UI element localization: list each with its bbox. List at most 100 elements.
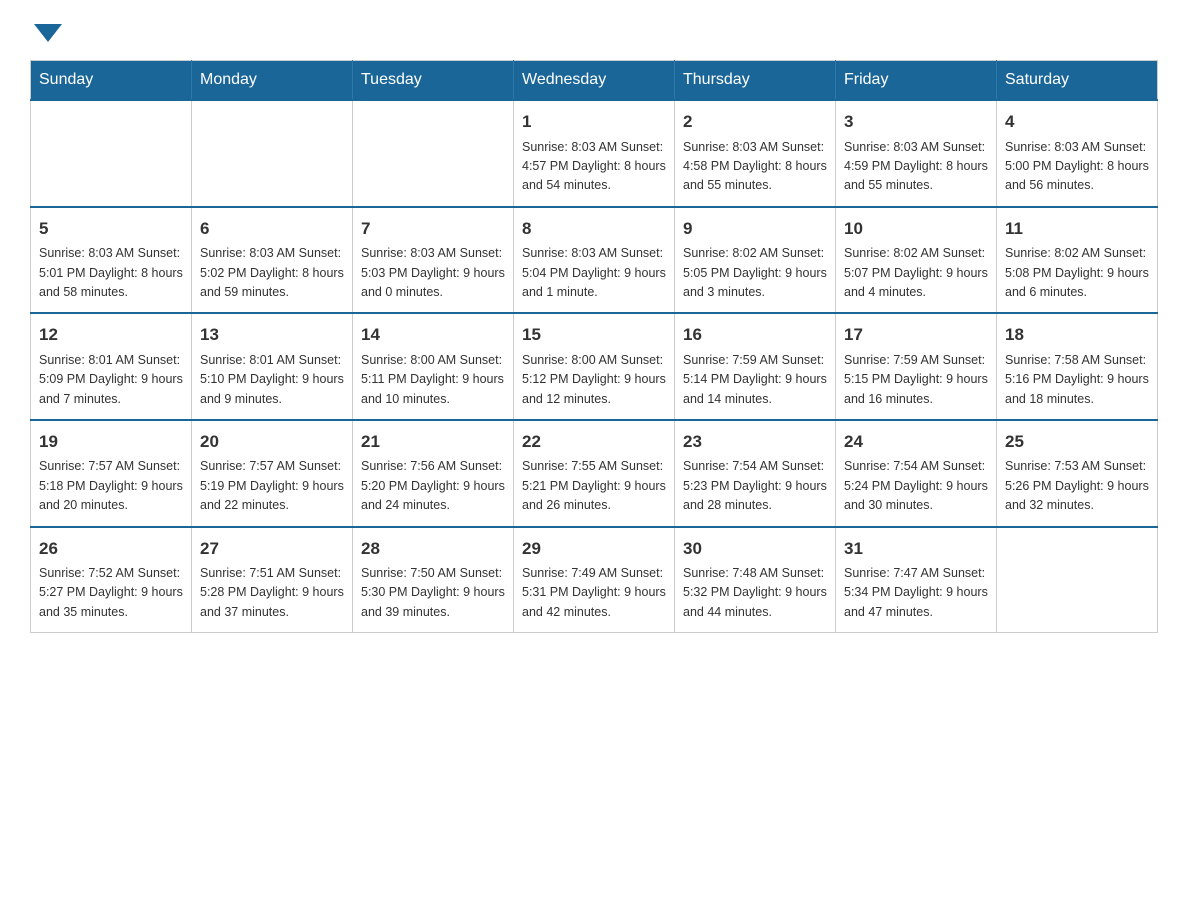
day-info: Sunrise: 7:50 AM Sunset: 5:30 PM Dayligh… bbox=[361, 564, 505, 622]
day-number: 21 bbox=[361, 429, 505, 455]
calendar-week-row: 19Sunrise: 7:57 AM Sunset: 5:18 PM Dayli… bbox=[31, 420, 1158, 527]
day-info: Sunrise: 7:55 AM Sunset: 5:21 PM Dayligh… bbox=[522, 457, 666, 515]
day-info: Sunrise: 8:03 AM Sunset: 5:03 PM Dayligh… bbox=[361, 244, 505, 302]
weekday-header-friday: Friday bbox=[836, 61, 997, 101]
calendar-cell: 31Sunrise: 7:47 AM Sunset: 5:34 PM Dayli… bbox=[836, 527, 997, 633]
calendar-cell: 10Sunrise: 8:02 AM Sunset: 5:07 PM Dayli… bbox=[836, 207, 997, 314]
calendar-cell: 25Sunrise: 7:53 AM Sunset: 5:26 PM Dayli… bbox=[997, 420, 1158, 527]
calendar-cell bbox=[31, 100, 192, 207]
day-number: 20 bbox=[200, 429, 344, 455]
weekday-header-thursday: Thursday bbox=[675, 61, 836, 101]
day-number: 6 bbox=[200, 216, 344, 242]
day-info: Sunrise: 8:03 AM Sunset: 5:02 PM Dayligh… bbox=[200, 244, 344, 302]
calendar-cell: 17Sunrise: 7:59 AM Sunset: 5:15 PM Dayli… bbox=[836, 313, 997, 420]
weekday-header-row: SundayMondayTuesdayWednesdayThursdayFrid… bbox=[31, 61, 1158, 101]
day-number: 16 bbox=[683, 322, 827, 348]
day-info: Sunrise: 7:58 AM Sunset: 5:16 PM Dayligh… bbox=[1005, 351, 1149, 409]
day-number: 4 bbox=[1005, 109, 1149, 135]
day-number: 2 bbox=[683, 109, 827, 135]
day-number: 15 bbox=[522, 322, 666, 348]
weekday-header-monday: Monday bbox=[192, 61, 353, 101]
day-info: Sunrise: 7:57 AM Sunset: 5:19 PM Dayligh… bbox=[200, 457, 344, 515]
day-info: Sunrise: 7:56 AM Sunset: 5:20 PM Dayligh… bbox=[361, 457, 505, 515]
day-info: Sunrise: 8:02 AM Sunset: 5:08 PM Dayligh… bbox=[1005, 244, 1149, 302]
calendar-cell: 8Sunrise: 8:03 AM Sunset: 5:04 PM Daylig… bbox=[514, 207, 675, 314]
day-info: Sunrise: 8:03 AM Sunset: 4:57 PM Dayligh… bbox=[522, 138, 666, 196]
day-number: 30 bbox=[683, 536, 827, 562]
calendar-cell: 4 Sunrise: 8:03 AM Sunset: 5:00 PM Daylig… bbox=[997, 100, 1158, 207]
day-number: 9 bbox=[683, 216, 827, 242]
day-info: Sunrise: 7:47 AM Sunset: 5:34 PM Dayligh… bbox=[844, 564, 988, 622]
calendar-cell: 3 Sunrise: 8:03 AM Sunset: 4:59 PM Daylig… bbox=[836, 100, 997, 207]
day-number: 13 bbox=[200, 322, 344, 348]
calendar-cell: 30Sunrise: 7:48 AM Sunset: 5:32 PM Dayli… bbox=[675, 527, 836, 633]
day-info: Sunrise: 7:57 AM Sunset: 5:18 PM Dayligh… bbox=[39, 457, 183, 515]
day-info: Sunrise: 7:49 AM Sunset: 5:31 PM Dayligh… bbox=[522, 564, 666, 622]
day-info: Sunrise: 8:02 AM Sunset: 5:05 PM Dayligh… bbox=[683, 244, 827, 302]
day-number: 31 bbox=[844, 536, 988, 562]
day-info: Sunrise: 7:59 AM Sunset: 5:14 PM Dayligh… bbox=[683, 351, 827, 409]
day-number: 3 bbox=[844, 109, 988, 135]
day-number: 7 bbox=[361, 216, 505, 242]
day-info: Sunrise: 8:01 AM Sunset: 5:10 PM Dayligh… bbox=[200, 351, 344, 409]
calendar-cell bbox=[997, 527, 1158, 633]
day-number: 27 bbox=[200, 536, 344, 562]
calendar-cell bbox=[353, 100, 514, 207]
day-number: 29 bbox=[522, 536, 666, 562]
calendar-cell: 6Sunrise: 8:03 AM Sunset: 5:02 PM Daylig… bbox=[192, 207, 353, 314]
day-info: Sunrise: 7:54 AM Sunset: 5:24 PM Dayligh… bbox=[844, 457, 988, 515]
weekday-header-saturday: Saturday bbox=[997, 61, 1158, 101]
calendar-cell: 12Sunrise: 8:01 AM Sunset: 5:09 PM Dayli… bbox=[31, 313, 192, 420]
day-info: Sunrise: 8:03 AM Sunset: 5:01 PM Dayligh… bbox=[39, 244, 183, 302]
day-info: Sunrise: 7:51 AM Sunset: 5:28 PM Dayligh… bbox=[200, 564, 344, 622]
day-number: 10 bbox=[844, 216, 988, 242]
calendar-cell: 22Sunrise: 7:55 AM Sunset: 5:21 PM Dayli… bbox=[514, 420, 675, 527]
calendar-cell: 21Sunrise: 7:56 AM Sunset: 5:20 PM Dayli… bbox=[353, 420, 514, 527]
day-number: 8 bbox=[522, 216, 666, 242]
day-info: Sunrise: 8:03 AM Sunset: 4:59 PM Dayligh… bbox=[844, 138, 988, 196]
calendar-cell: 18Sunrise: 7:58 AM Sunset: 5:16 PM Dayli… bbox=[997, 313, 1158, 420]
day-info: Sunrise: 7:52 AM Sunset: 5:27 PM Dayligh… bbox=[39, 564, 183, 622]
calendar-cell: 15 Sunrise: 8:00 AM Sunset: 5:12 PM Dayli… bbox=[514, 313, 675, 420]
day-number: 14 bbox=[361, 322, 505, 348]
calendar-week-row: 1Sunrise: 8:03 AM Sunset: 4:57 PM Daylig… bbox=[31, 100, 1158, 207]
calendar-cell: 27Sunrise: 7:51 AM Sunset: 5:28 PM Dayli… bbox=[192, 527, 353, 633]
day-number: 11 bbox=[1005, 216, 1149, 242]
day-info: Sunrise: 7:48 AM Sunset: 5:32 PM Dayligh… bbox=[683, 564, 827, 622]
weekday-header-tuesday: Tuesday bbox=[353, 61, 514, 101]
day-info: Sunrise: 8:03 AM Sunset: 5:00 PM Dayligh… bbox=[1005, 138, 1149, 196]
calendar-cell: 23Sunrise: 7:54 AM Sunset: 5:23 PM Dayli… bbox=[675, 420, 836, 527]
calendar-cell: 7Sunrise: 8:03 AM Sunset: 5:03 PM Daylig… bbox=[353, 207, 514, 314]
day-info: Sunrise: 8:00 AM Sunset: 5:12 PM Dayligh… bbox=[522, 351, 666, 409]
calendar-cell: 16 Sunrise: 7:59 AM Sunset: 5:14 PM Dayli… bbox=[675, 313, 836, 420]
calendar-table: SundayMondayTuesdayWednesdayThursdayFrid… bbox=[30, 60, 1158, 633]
calendar-cell: 1Sunrise: 8:03 AM Sunset: 4:57 PM Daylig… bbox=[514, 100, 675, 207]
day-info: Sunrise: 8:03 AM Sunset: 5:04 PM Dayligh… bbox=[522, 244, 666, 302]
day-info: Sunrise: 7:53 AM Sunset: 5:26 PM Dayligh… bbox=[1005, 457, 1149, 515]
calendar-cell: 24Sunrise: 7:54 AM Sunset: 5:24 PM Dayli… bbox=[836, 420, 997, 527]
calendar-cell: 28Sunrise: 7:50 AM Sunset: 5:30 PM Dayli… bbox=[353, 527, 514, 633]
calendar-cell bbox=[192, 100, 353, 207]
day-number: 26 bbox=[39, 536, 183, 562]
day-number: 25 bbox=[1005, 429, 1149, 455]
calendar-cell: 9Sunrise: 8:02 AM Sunset: 5:05 PM Daylig… bbox=[675, 207, 836, 314]
calendar-cell: 14 Sunrise: 8:00 AM Sunset: 5:11 PM Dayli… bbox=[353, 313, 514, 420]
day-number: 24 bbox=[844, 429, 988, 455]
weekday-header-wednesday: Wednesday bbox=[514, 61, 675, 101]
day-number: 17 bbox=[844, 322, 988, 348]
calendar-cell: 11Sunrise: 8:02 AM Sunset: 5:08 PM Dayli… bbox=[997, 207, 1158, 314]
day-info: Sunrise: 8:00 AM Sunset: 5:11 PM Dayligh… bbox=[361, 351, 505, 409]
calendar-cell: 19Sunrise: 7:57 AM Sunset: 5:18 PM Dayli… bbox=[31, 420, 192, 527]
calendar-week-row: 26Sunrise: 7:52 AM Sunset: 5:27 PM Dayli… bbox=[31, 527, 1158, 633]
calendar-cell: 13 Sunrise: 8:01 AM Sunset: 5:10 PM Dayli… bbox=[192, 313, 353, 420]
day-number: 22 bbox=[522, 429, 666, 455]
logo-arrow-icon bbox=[34, 24, 62, 42]
day-info: Sunrise: 8:01 AM Sunset: 5:09 PM Dayligh… bbox=[39, 351, 183, 409]
weekday-header-sunday: Sunday bbox=[31, 61, 192, 101]
calendar-cell: 26Sunrise: 7:52 AM Sunset: 5:27 PM Dayli… bbox=[31, 527, 192, 633]
calendar-week-row: 5Sunrise: 8:03 AM Sunset: 5:01 PM Daylig… bbox=[31, 207, 1158, 314]
logo bbox=[30, 20, 62, 40]
day-number: 23 bbox=[683, 429, 827, 455]
day-info: Sunrise: 8:02 AM Sunset: 5:07 PM Dayligh… bbox=[844, 244, 988, 302]
day-number: 5 bbox=[39, 216, 183, 242]
